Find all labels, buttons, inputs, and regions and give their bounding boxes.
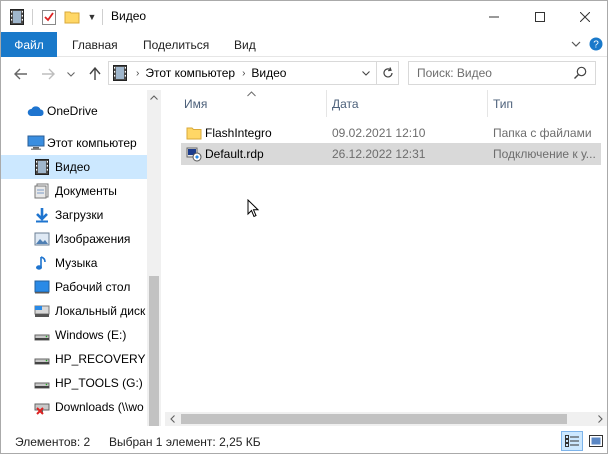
nav-item-music[interactable]: Музыка xyxy=(1,251,147,275)
divider xyxy=(32,9,33,25)
nav-item-desktop[interactable]: Рабочий стол xyxy=(1,275,147,299)
chevron-right-icon[interactable]: › xyxy=(242,68,245,79)
file-type: Подключение к у... xyxy=(493,147,596,161)
file-name: FlashIntegro xyxy=(205,126,272,140)
properties-icon[interactable] xyxy=(41,8,57,26)
music-icon xyxy=(34,255,50,271)
customize-quick-access-icon[interactable]: ▼ xyxy=(86,8,98,26)
documents-icon xyxy=(34,183,50,199)
video-icon xyxy=(113,65,129,81)
address-bar[interactable]: › Этот компьютер › Видео xyxy=(108,61,399,85)
nav-item-drive-f[interactable]: HP_RECOVERY (F xyxy=(1,347,147,371)
computer-icon xyxy=(27,135,45,151)
search-box[interactable]: Поиск: Видео xyxy=(408,61,596,85)
file-name: Default.rdp xyxy=(205,147,264,161)
mouse-cursor-icon xyxy=(247,198,261,219)
new-folder-icon[interactable] xyxy=(64,8,80,26)
search-input[interactable]: Поиск: Видео xyxy=(417,66,492,80)
local-disk-icon xyxy=(34,303,50,319)
details-view-button[interactable] xyxy=(561,431,583,451)
chevron-right-icon[interactable]: › xyxy=(136,68,139,79)
recent-locations-icon[interactable] xyxy=(61,64,81,84)
column-header-name[interactable]: Имя xyxy=(184,90,207,117)
tab-home[interactable]: Главная xyxy=(72,32,118,57)
nav-item-local-disk[interactable]: Локальный диск xyxy=(1,299,147,323)
scroll-right-icon[interactable] xyxy=(593,412,607,426)
file-row-default-rdp[interactable]: Default.rdp 26.12.2022 12:31 Подключение… xyxy=(181,143,601,165)
column-divider[interactable] xyxy=(487,90,488,117)
tab-file[interactable]: Файл xyxy=(1,32,57,57)
selection-info: Выбран 1 элемент: 2,25 КБ xyxy=(109,435,261,449)
minimize-button[interactable] xyxy=(471,1,517,32)
chevron-down-icon[interactable] xyxy=(358,62,374,84)
breadcrumb-video[interactable]: Видео xyxy=(251,66,286,80)
nav-item-network-downloads[interactable]: Downloads (\\wo xyxy=(1,395,147,419)
nav-item-drive-e[interactable]: Windows (E:) xyxy=(1,323,147,347)
nav-item-drive-g[interactable]: HP_TOOLS (G:) xyxy=(1,371,147,395)
close-button[interactable] xyxy=(562,1,608,32)
downloads-icon xyxy=(34,207,50,223)
nav-item-downloads[interactable]: Загрузки xyxy=(1,203,147,227)
video-icon xyxy=(35,159,51,175)
file-row-flashintegro[interactable]: FlashIntegro 09.02.2021 12:10 Папка с фа… xyxy=(181,122,601,144)
file-date: 26.12.2022 12:31 xyxy=(332,147,426,161)
explorer-window: ▼ Видео Файл Главная Поделиться Вид ? › … xyxy=(0,0,608,454)
column-divider[interactable] xyxy=(326,90,327,117)
item-count: Элементов: 2 xyxy=(15,435,91,449)
help-icon[interactable]: ? xyxy=(589,37,603,51)
nav-item-documents[interactable]: Документы xyxy=(1,179,147,203)
nav-item-pictures[interactable]: Изображения xyxy=(1,227,147,251)
scroll-thumb[interactable] xyxy=(149,276,159,426)
window-title: Видео xyxy=(111,9,147,23)
file-list: Имя Дата Тип FlashIntegro 09.02.2021 12:… xyxy=(165,90,607,426)
onedrive-icon xyxy=(27,103,44,119)
file-type: Папка с файлами xyxy=(493,126,592,140)
sort-ascending-icon xyxy=(247,89,256,99)
address-row: › Этот компьютер › Видео Поиск: Видео xyxy=(1,58,607,89)
svg-text:?: ? xyxy=(593,40,599,51)
scroll-up-icon[interactable] xyxy=(147,90,161,104)
search-icon[interactable] xyxy=(573,66,587,80)
drive-icon xyxy=(34,351,50,367)
column-header-type[interactable]: Тип xyxy=(493,90,513,117)
scroll-thumb[interactable] xyxy=(181,414,567,424)
network-drive-disconnected-icon xyxy=(34,399,50,415)
desktop-icon xyxy=(34,279,50,295)
scroll-left-icon[interactable] xyxy=(165,412,179,426)
horizontal-scrollbar[interactable] xyxy=(165,412,607,426)
pictures-icon xyxy=(34,231,50,247)
file-date: 09.02.2021 12:10 xyxy=(332,126,426,140)
expand-ribbon-icon[interactable] xyxy=(569,37,583,51)
folder-icon xyxy=(186,125,202,141)
column-header-date[interactable]: Дата xyxy=(332,90,359,117)
maximize-button[interactable] xyxy=(517,1,563,32)
nav-pane-scrollbar[interactable] xyxy=(147,90,161,426)
drive-icon xyxy=(34,327,50,343)
rdp-file-icon xyxy=(186,146,202,162)
drive-icon xyxy=(34,375,50,391)
navigation-pane: OneDrive Этот компьютер Видео Документы xyxy=(1,90,161,426)
nav-item-onedrive[interactable]: OneDrive xyxy=(1,99,147,123)
status-bar: Элементов: 2 Выбран 1 элемент: 2,25 КБ xyxy=(1,429,607,453)
up-button[interactable] xyxy=(85,64,105,84)
back-button[interactable] xyxy=(11,64,31,84)
divider xyxy=(102,9,103,25)
title-bar: ▼ Видео xyxy=(1,1,607,32)
ribbon-tabs: Файл Главная Поделиться Вид ? xyxy=(1,32,607,57)
tab-share[interactable]: Поделиться xyxy=(143,32,209,57)
refresh-button[interactable] xyxy=(376,62,398,84)
tab-view[interactable]: Вид xyxy=(234,32,256,57)
nav-item-this-pc[interactable]: Этот компьютер xyxy=(1,131,147,155)
breadcrumb-this-pc[interactable]: Этот компьютер xyxy=(145,66,235,80)
large-icons-view-button[interactable] xyxy=(585,431,607,451)
nav-item-video[interactable]: Видео xyxy=(1,155,147,179)
forward-button[interactable] xyxy=(38,64,58,84)
video-icon[interactable] xyxy=(9,8,25,26)
